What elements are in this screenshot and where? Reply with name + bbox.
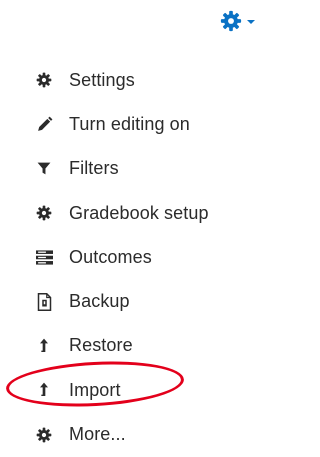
- menu-item-label: Filters: [69, 158, 119, 179]
- upload-arrow-icon: [34, 380, 54, 400]
- menu-item-import[interactable]: Import: [34, 368, 264, 412]
- menu-item-backup[interactable]: Backup: [34, 279, 264, 323]
- chevron-down-icon: [247, 20, 255, 24]
- gear-icon: [34, 70, 54, 90]
- menu-item-label: Turn editing on: [69, 113, 190, 134]
- menu-item-label: Gradebook setup: [69, 202, 209, 223]
- menu-item-restore[interactable]: Restore: [34, 324, 264, 368]
- menu-item-label: Import: [69, 379, 121, 400]
- menu-item-label: More...: [69, 424, 126, 445]
- menu-item-outcomes[interactable]: Outcomes: [34, 235, 264, 279]
- gear-icon: [34, 425, 54, 445]
- upload-arrow-icon: [34, 336, 54, 356]
- menu-item-turn-editing-on[interactable]: Turn editing on: [34, 102, 264, 146]
- menu-item-label: Outcomes: [69, 246, 152, 267]
- admin-actions-menu-toggle[interactable]: [220, 9, 266, 33]
- filter-icon: [34, 159, 54, 179]
- gear-icon: [220, 10, 242, 32]
- file-icon: [34, 292, 54, 312]
- menu-item-label: Restore: [69, 335, 133, 356]
- menu-item-more[interactable]: More...: [34, 412, 264, 456]
- menu-item-gradebook-setup[interactable]: Gradebook setup: [34, 191, 264, 235]
- list-icon: [34, 247, 54, 267]
- menu-item-label: Settings: [69, 69, 135, 90]
- menu-item-filters[interactable]: Filters: [34, 147, 264, 191]
- admin-actions-menu: Settings Turn editing on Filters Gradebo…: [34, 58, 264, 457]
- menu-item-settings[interactable]: Settings: [34, 58, 264, 102]
- gear-icon: [34, 203, 54, 223]
- menu-item-label: Backup: [69, 291, 130, 312]
- pencil-icon: [34, 114, 54, 134]
